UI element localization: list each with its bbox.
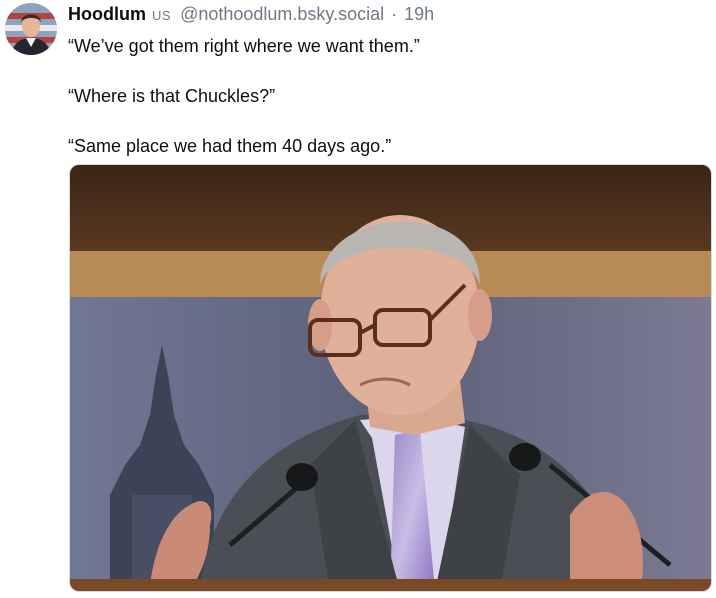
author-avatar[interactable] [5,3,57,55]
post-header: Hoodlum US @nothoodlum.bsky.social · 19h [68,2,434,28]
post-text: “We’ve got them right where we want them… [68,34,698,159]
post-text-line: “We’ve got them right where we want them… [68,36,420,56]
author-handle[interactable]: @nothoodlum.bsky.social [180,4,384,24]
photo-man-at-podium [70,165,711,591]
post-timestamp[interactable]: 19h [404,4,434,24]
post-text-line: “Same place we had them 40 days ago.” [68,136,392,156]
author-display-name[interactable]: Hoodlum [68,4,146,24]
country-flag: US [152,8,172,23]
header-separator: · [391,4,398,24]
post-image[interactable] [69,164,712,592]
post-text-line: “Where is that Chuckles?” [68,86,276,106]
post: Hoodlum US @nothoodlum.bsky.social · 19h … [0,0,716,598]
avatar-image [5,3,57,55]
